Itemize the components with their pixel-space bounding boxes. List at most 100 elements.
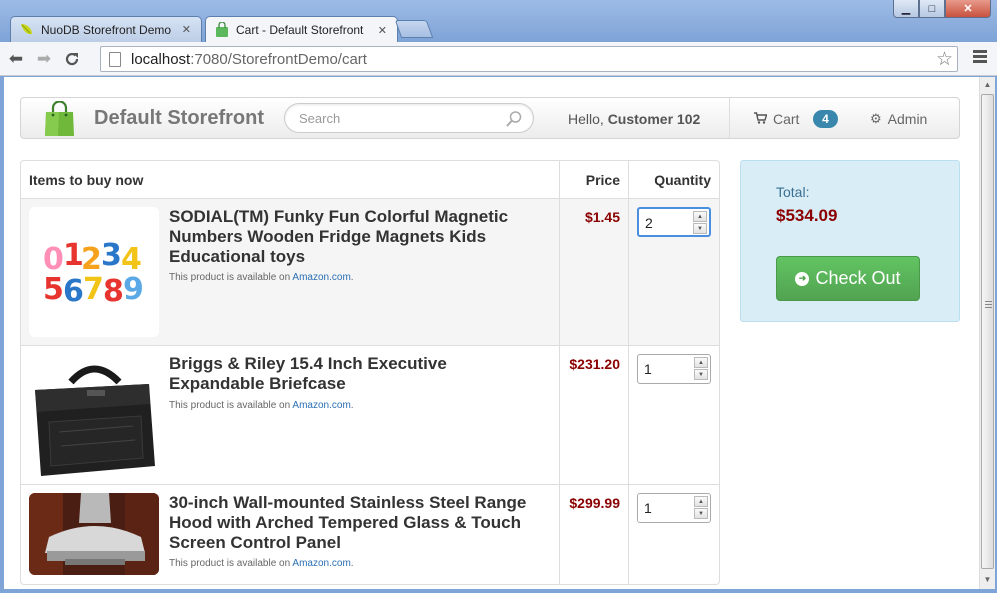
spin-buttons[interactable]: ▲ ▼ <box>693 211 707 235</box>
gear-icon: ⚙ <box>870 111 882 126</box>
back-arrow-icon[interactable]: ⬅ <box>4 47 28 71</box>
tab-close-icon[interactable]: ✕ <box>378 24 387 37</box>
store-navbar: Default Storefront Hello, Customer 102 C… <box>20 97 960 139</box>
window-frame-bottom <box>0 589 997 593</box>
availability-note: This product is available on Amazon.com. <box>169 558 354 569</box>
spin-buttons[interactable]: ▲ ▼ <box>694 496 708 520</box>
svg-text:3: 3 <box>101 238 122 273</box>
header-quantity: Quantity <box>654 172 711 188</box>
admin-label: Admin <box>887 111 928 127</box>
window-titlebar: NuoDB Storefront Demo ✕ Cart - Default S… <box>0 0 997 43</box>
scroll-up-arrow-icon[interactable]: ▲ <box>982 80 993 91</box>
cart-table: Items to buy now Price Quantity 0 1 2 3 … <box>20 160 720 585</box>
quantity-cell: ▲ ▼ <box>629 346 719 484</box>
item-cell: Briggs & Riley 15.4 Inch Executive Expan… <box>21 346 560 484</box>
decrement-arrow-icon[interactable]: ▼ <box>694 369 708 380</box>
increment-arrow-icon[interactable]: ▲ <box>694 357 708 368</box>
quantity-stepper[interactable]: ▲ ▼ <box>637 493 711 523</box>
scrollbar-thumb[interactable] <box>981 94 994 569</box>
minimize-button[interactable]: ▁ <box>893 0 919 18</box>
product-name[interactable]: 30-inch Wall-mounted Stainless Steel Ran… <box>169 493 539 553</box>
product-name[interactable]: Briggs & Riley 15.4 Inch Executive Expan… <box>169 354 539 394</box>
cart-count-badge: 4 <box>813 110 838 128</box>
search-input[interactable] <box>299 111 499 126</box>
checkout-label: Check Out <box>815 268 901 288</box>
cart-link[interactable]: Cart <box>754 111 799 127</box>
product-image-briefcase[interactable] <box>29 354 159 478</box>
item-price: $231.20 <box>560 346 629 484</box>
svg-text:7: 7 <box>83 272 104 307</box>
header-items: Items to buy now <box>21 161 560 198</box>
scroll-down-arrow-icon[interactable]: ▼ <box>982 575 993 586</box>
quantity-input[interactable] <box>644 361 684 377</box>
item-cell: 0 1 2 3 4 5 6 7 8 9 SODIAL(TM) Funky Fun… <box>21 199 560 345</box>
product-name[interactable]: SODIAL(TM) Funky Fun Colorful Magnetic N… <box>169 207 539 267</box>
tab-close-icon[interactable]: ✕ <box>182 23 191 36</box>
availability-note: This product is available on Amazon.com. <box>169 272 354 283</box>
svg-text:9: 9 <box>123 272 144 307</box>
store-brand[interactable]: Default Storefront <box>94 107 264 130</box>
increment-arrow-icon[interactable]: ▲ <box>693 211 707 222</box>
availability-text: This product is available on <box>169 272 291 283</box>
availability-text: This product is available on <box>169 400 291 411</box>
tab-cart[interactable]: Cart - Default Storefront ✕ <box>205 16 398 43</box>
table-row: 30-inch Wall-mounted Stainless Steel Ran… <box>21 484 719 584</box>
maximize-button[interactable]: □ <box>919 0 945 18</box>
decrement-arrow-icon[interactable]: ▼ <box>693 223 707 234</box>
arrow-right-circle-icon: ➜ <box>795 271 810 286</box>
customer-name: Customer 102 <box>607 111 701 127</box>
greeting: Hello, Customer 102 <box>568 111 700 127</box>
shopping-bag-favicon-icon <box>214 21 230 38</box>
amazon-link[interactable]: Amazon.com <box>292 558 350 569</box>
admin-link[interactable]: ⚙ Admin <box>870 111 927 127</box>
quantity-cell: ▲ ▼ <box>629 199 719 345</box>
vertical-scrollbar[interactable]: ▲ ▼ <box>979 77 995 589</box>
bookmark-star-icon[interactable]: ☆ <box>936 48 953 71</box>
browser-menu-icon[interactable] <box>973 50 987 65</box>
navbar-divider <box>729 98 730 138</box>
quantity-stepper[interactable]: ▲ ▼ <box>637 354 711 384</box>
svg-text:6: 6 <box>63 274 84 309</box>
search-icon[interactable] <box>505 110 523 128</box>
total-value: $534.09 <box>776 206 838 225</box>
checkout-button[interactable]: ➜ Check Out <box>776 256 920 301</box>
amazon-link[interactable]: Amazon.com <box>292 272 350 283</box>
total-label: Total: <box>776 184 810 200</box>
search-box[interactable] <box>284 103 534 133</box>
decrement-arrow-icon[interactable]: ▼ <box>694 508 708 519</box>
address-bar[interactable]: localhost:7080/StorefrontDemo/cart ☆ <box>100 46 958 72</box>
quantity-stepper[interactable]: ▲ ▼ <box>637 207 711 237</box>
availability-period: . <box>350 558 354 569</box>
cart-label: Cart <box>773 111 800 127</box>
increment-arrow-icon[interactable]: ▲ <box>694 496 708 507</box>
spin-buttons[interactable]: ▲ ▼ <box>694 357 708 381</box>
leaf-favicon-icon <box>19 22 35 38</box>
close-window-button[interactable]: ✕ <box>945 0 991 18</box>
table-row: Briggs & Riley 15.4 Inch Executive Expan… <box>21 345 719 484</box>
item-price: $1.45 <box>560 199 629 345</box>
greeting-prefix: Hello, <box>568 111 604 127</box>
url-host: localhost <box>131 50 191 68</box>
item-cell: 30-inch Wall-mounted Stainless Steel Ran… <box>21 485 560 584</box>
window-controls: ▁ □ ✕ <box>893 0 991 18</box>
product-image-range-hood[interactable] <box>29 493 159 575</box>
order-summary: Total: $534.09 ➜ Check Out <box>740 160 960 322</box>
amazon-link[interactable]: Amazon.com <box>292 400 350 411</box>
reload-icon[interactable] <box>60 47 84 71</box>
quantity-input[interactable] <box>645 215 685 231</box>
grip-icon <box>985 301 992 310</box>
item-price: $299.99 <box>560 485 629 584</box>
cart-icon <box>754 111 768 127</box>
availability-note: This product is available on Amazon.com. <box>169 400 354 411</box>
table-header: Items to buy now Price Quantity <box>21 161 719 198</box>
quantity-input[interactable] <box>644 500 684 516</box>
tab-title: Cart - Default Storefront <box>236 23 364 37</box>
new-tab-button[interactable] <box>394 20 434 38</box>
product-image-magnetic-numbers[interactable]: 0 1 2 3 4 5 6 7 8 9 <box>29 207 159 337</box>
quantity-cell: ▲ ▼ <box>629 485 719 584</box>
shopping-bag-logo-icon[interactable] <box>43 100 76 137</box>
browser-toolbar: ⬅ ➡ localhost:7080/StorefrontDemo/cart ☆ <box>0 42 997 76</box>
tab-nuodb-demo[interactable]: NuoDB Storefront Demo ✕ <box>10 16 202 42</box>
page-viewport: Default Storefront Hello, Customer 102 C… <box>4 77 979 589</box>
forward-arrow-icon[interactable]: ➡ <box>32 47 56 71</box>
